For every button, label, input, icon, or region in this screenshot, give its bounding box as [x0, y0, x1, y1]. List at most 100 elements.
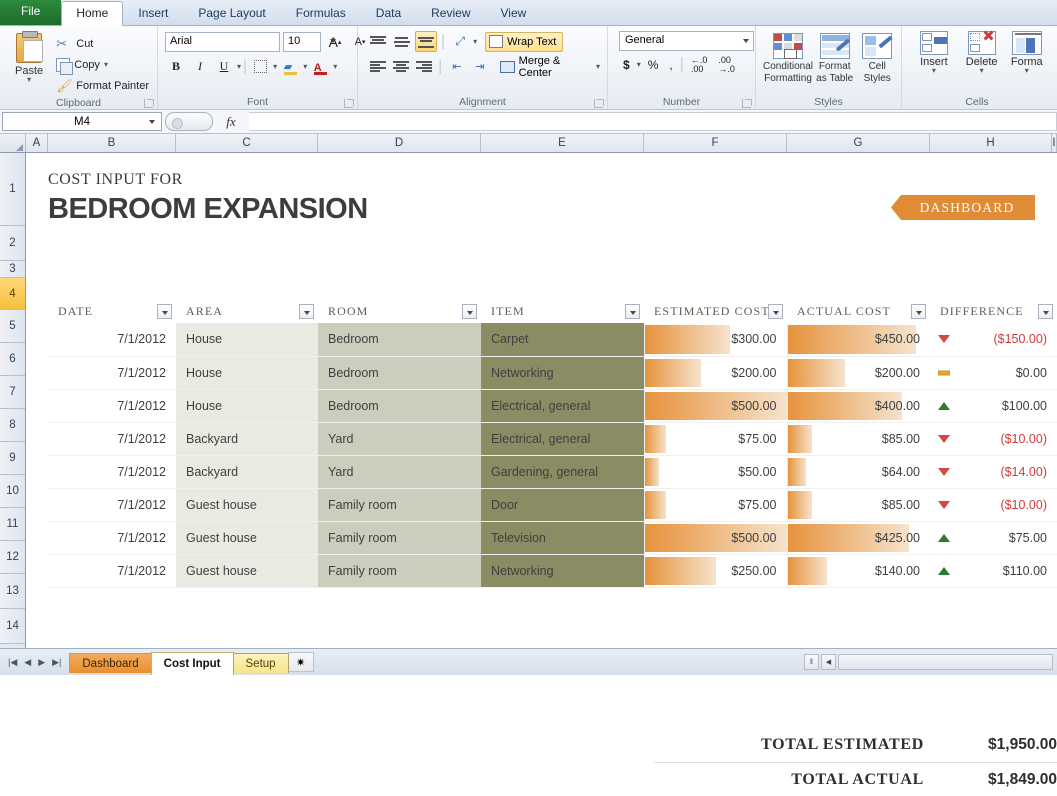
scroll-split-handle[interactable]: ‖ — [804, 654, 819, 670]
cell-item[interactable]: Television — [481, 521, 644, 555]
merge-center-button[interactable]: Merge & Center ▾ — [498, 55, 602, 79]
cell-date[interactable]: 7/1/2012 — [48, 389, 176, 423]
chevron-down-icon[interactable] — [149, 120, 155, 124]
chevron-down-icon[interactable]: ▾ — [932, 67, 936, 75]
chevron-down-icon[interactable]: ▾ — [273, 62, 277, 70]
row-header-3[interactable]: 3 — [0, 261, 25, 278]
cell-item[interactable]: Carpet — [481, 323, 644, 357]
increase-decimal-button[interactable]: ←.0.00 — [687, 56, 712, 74]
tab-data[interactable]: Data — [361, 1, 416, 26]
chevron-down-icon[interactable]: ▾ — [473, 37, 477, 45]
column-header-a[interactable]: A — [26, 134, 48, 152]
align-left-button[interactable] — [367, 56, 388, 77]
copy-button[interactable]: Copy ▾ — [53, 54, 152, 75]
cell-area[interactable]: Guest house — [176, 554, 318, 588]
row-header-12[interactable]: 12 — [0, 541, 25, 574]
font-size-input[interactable]: 10 — [283, 31, 321, 52]
first-sheet-icon[interactable]: |◀ — [8, 657, 17, 668]
cell-room[interactable]: Bedroom — [318, 356, 481, 390]
cell-date[interactable]: 7/1/2012 — [48, 521, 176, 555]
sheet-tab-setup[interactable]: Setup — [232, 653, 289, 673]
cell-difference[interactable]: ($10.00) — [930, 422, 1057, 456]
cell-difference[interactable]: $75.00 — [930, 521, 1057, 555]
cell-room[interactable]: Bedroom — [318, 389, 481, 423]
cell-date[interactable]: 7/1/2012 — [48, 356, 176, 390]
align-bottom-button[interactable] — [415, 31, 437, 52]
percent-button[interactable]: % — [644, 58, 663, 72]
borders-button[interactable] — [249, 56, 271, 77]
row-header-4[interactable]: 4 — [0, 278, 25, 310]
format-cells-button[interactable]: Forma ▾ — [1007, 31, 1047, 75]
filter-icon-estimated[interactable] — [768, 304, 783, 319]
delete-cells-button[interactable]: Delete ▾ — [959, 30, 1005, 75]
cell-area[interactable]: Backyard — [176, 422, 318, 456]
format-as-table-button[interactable]: Format as Table — [815, 31, 854, 85]
cell-item[interactable]: Gardening, general — [481, 455, 644, 489]
cell-actual-cost[interactable]: $450.00 — [786, 323, 930, 357]
column-header-g[interactable]: G — [787, 134, 930, 152]
table-row[interactable]: 7/1/2012 Guest house Family room Television… — [48, 521, 1057, 555]
chevron-down-icon[interactable]: ▾ — [303, 62, 307, 70]
cell-item[interactable]: Networking — [481, 554, 644, 588]
row-header-10[interactable]: 10 — [0, 475, 25, 508]
currency-button[interactable]: $ — [619, 58, 634, 72]
font-color-button[interactable]: A — [309, 56, 331, 77]
cell-difference[interactable]: ($14.00) — [930, 455, 1057, 489]
paste-button[interactable]: Paste ▾ — [5, 31, 53, 84]
tab-file[interactable]: File — [0, 0, 62, 25]
cell-styles-button[interactable]: Cell Styles — [858, 31, 896, 85]
table-row[interactable]: 7/1/2012 Guest house Family room Networking… — [48, 554, 1057, 588]
wrap-text-button[interactable]: Wrap Text — [485, 31, 564, 52]
prev-sheet-icon[interactable]: ◀ — [24, 657, 31, 668]
table-row[interactable]: 7/1/2012 House Bedroom Carpet $300.00 $450.00… — [48, 323, 1057, 357]
cell-actual-cost[interactable]: $425.00 — [786, 521, 930, 555]
chevron-down-icon[interactable] — [743, 39, 749, 43]
filter-icon-room[interactable] — [462, 304, 477, 319]
cell-room[interactable]: Bedroom — [318, 323, 481, 357]
chevron-down-icon[interactable]: ▾ — [980, 67, 984, 75]
cell-area[interactable]: Backyard — [176, 455, 318, 489]
cell-room[interactable]: Family room — [318, 488, 481, 522]
row-header-8[interactable]: 8 — [0, 409, 25, 442]
decrease-decimal-button[interactable]: .00 →.0 — [714, 56, 739, 74]
sheet-tab-cost-input[interactable]: Cost Input — [150, 651, 234, 675]
filter-icon-actual[interactable] — [911, 304, 926, 319]
tab-insert[interactable]: Insert — [123, 1, 183, 26]
cell-date[interactable]: 7/1/2012 — [48, 488, 176, 522]
column-header-d[interactable]: D — [318, 134, 481, 152]
tab-view[interactable]: View — [486, 1, 542, 26]
cell-estimated-cost[interactable]: $500.00 — [643, 521, 787, 555]
cell-estimated-cost[interactable]: $75.00 — [643, 488, 787, 522]
cell-estimated-cost[interactable]: $200.00 — [643, 356, 787, 390]
cell-actual-cost[interactable]: $85.00 — [786, 488, 930, 522]
new-sheet-icon[interactable]: ✷ — [287, 652, 314, 672]
cell-estimated-cost[interactable]: $75.00 — [643, 422, 787, 456]
formula-input[interactable] — [249, 112, 1057, 131]
cut-button[interactable]: ✂ Cut — [53, 33, 152, 54]
chevron-down-icon[interactable]: ▾ — [1025, 67, 1029, 75]
row-header-9[interactable]: 9 — [0, 442, 25, 475]
cell-area[interactable]: Guest house — [176, 488, 318, 522]
tab-formulas[interactable]: Formulas — [281, 1, 361, 26]
cell-difference[interactable]: ($150.00) — [930, 323, 1057, 357]
filter-icon-difference[interactable] — [1038, 304, 1053, 319]
number-dialog-launcher[interactable] — [742, 99, 752, 108]
last-sheet-icon[interactable]: ▶| — [52, 657, 61, 668]
chevron-down-icon[interactable]: ▾ — [333, 62, 337, 70]
column-header-i[interactable]: I — [1052, 134, 1057, 152]
cell-difference[interactable]: ($10.00) — [930, 488, 1057, 522]
row-header-1[interactable]: 1 — [0, 153, 25, 226]
fill-color-button[interactable]: ▰ — [279, 56, 301, 77]
row-header-11[interactable]: 11 — [0, 508, 25, 541]
decrease-indent-button[interactable]: ⇤ — [446, 56, 467, 77]
chevron-down-icon[interactable]: ▾ — [596, 62, 600, 70]
chevron-down-icon[interactable]: ▾ — [637, 61, 641, 69]
font-dialog-launcher[interactable] — [344, 99, 354, 108]
cell-difference[interactable]: $100.00 — [930, 389, 1057, 423]
table-row[interactable]: 7/1/2012 Backyard Yard Electrical, general $… — [48, 422, 1057, 456]
cell-date[interactable]: 7/1/2012 — [48, 554, 176, 588]
cell-date[interactable]: 7/1/2012 — [48, 422, 176, 456]
chevron-down-icon[interactable]: ▾ — [104, 60, 108, 68]
cell-estimated-cost[interactable]: $300.00 — [643, 323, 787, 357]
table-row[interactable]: 7/1/2012 Guest house Family room Door $75.00… — [48, 488, 1057, 522]
